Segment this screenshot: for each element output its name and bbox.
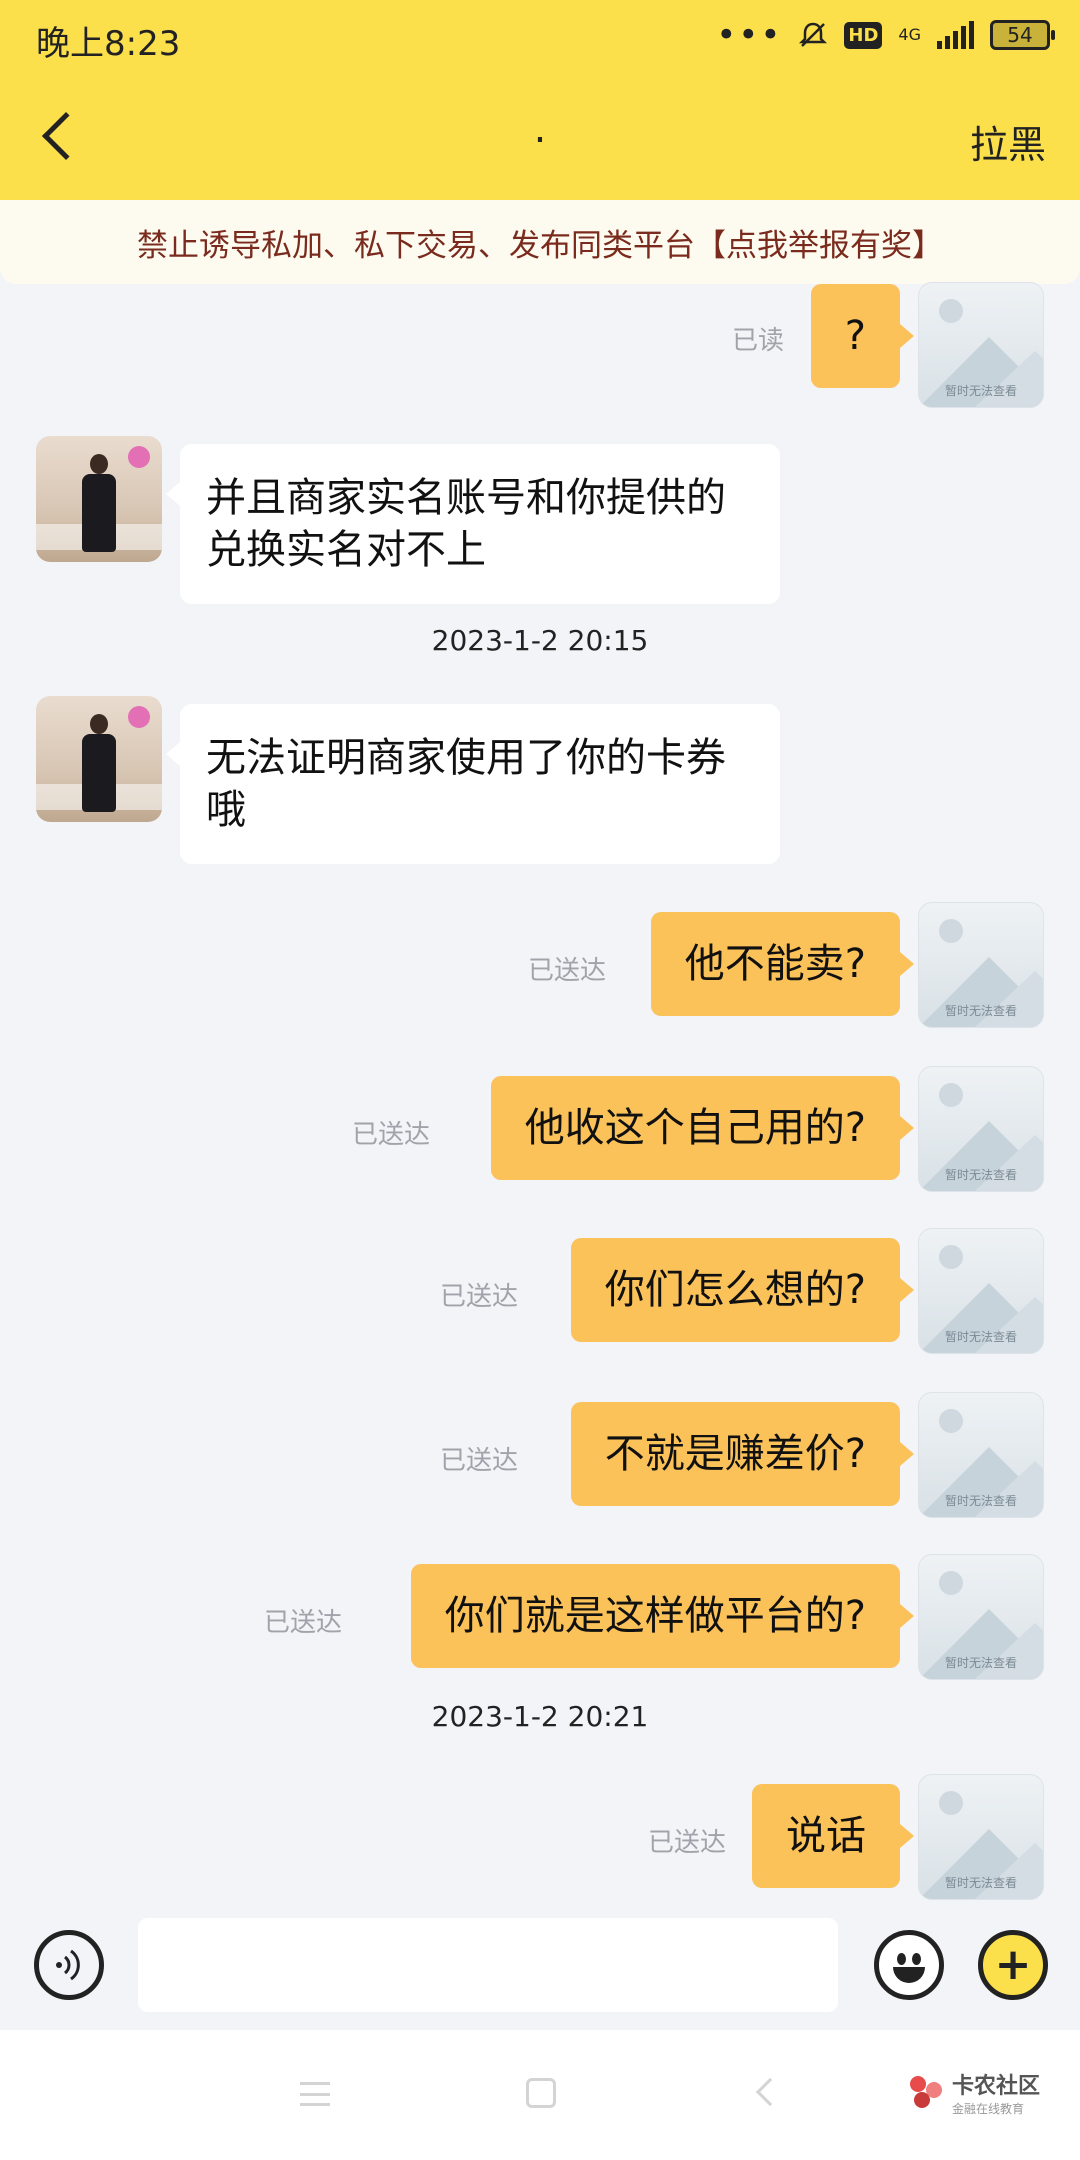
more-dots-icon: •••: [716, 15, 783, 55]
message-status: 已送达: [439, 1446, 518, 1476]
avatar-caption: 暂时无法查看: [944, 1876, 1017, 1890]
hd-badge: HD: [844, 21, 883, 49]
image-placeholder-icon: [939, 1409, 963, 1433]
image-placeholder-icon: [939, 299, 963, 323]
message-status: 已送达: [527, 956, 606, 986]
message-bubble-self[interactable]: 说话: [752, 1784, 914, 1888]
message-status: 已送达: [647, 1828, 726, 1858]
image-placeholder-icon: [939, 919, 963, 943]
status-icons: ••• HD 4G 54: [716, 15, 1055, 55]
message-bubble-self[interactable]: ?: [810, 284, 915, 388]
recent-apps-icon[interactable]: [300, 2082, 330, 2106]
message-timestamp: 2023-1-2 20:15: [431, 624, 649, 657]
network-label: 4G: [898, 25, 921, 44]
status-bar: 晚上8:23 ••• HD 4G 54: [0, 0, 1080, 76]
self-avatar[interactable]: 暂时无法查看: [918, 1554, 1044, 1680]
report-notice-banner[interactable]: 禁止诱导私加、私下交易、发布同类平台【点我举报有奖】: [0, 200, 1080, 284]
watermark-title: 卡农社区: [951, 2074, 1040, 2099]
image-placeholder-icon: [939, 1791, 963, 1815]
peer-avatar[interactable]: [36, 436, 162, 562]
status-time: 晚上8:23: [36, 24, 181, 64]
avatar-caption: 暂时无法查看: [944, 1494, 1017, 1508]
message-list[interactable]: 已读 ? 暂时无法查看 并且商家实名账号和你提供的兑换实名对不上 2023-1-…: [0, 282, 1080, 1900]
chat-title: .: [533, 106, 547, 152]
self-avatar[interactable]: 暂时无法查看: [918, 1066, 1044, 1192]
self-avatar[interactable]: 暂时无法查看: [918, 1392, 1044, 1518]
chat-header: . 拉黑: [0, 76, 1080, 200]
message-bubble-self[interactable]: 他收这个自己用的?: [490, 1076, 915, 1180]
self-avatar[interactable]: 暂时无法查看: [918, 1228, 1044, 1354]
image-placeholder-icon: [939, 1245, 963, 1269]
avatar-caption: 暂时无法查看: [944, 1168, 1017, 1182]
system-nav-bar: 卡农社区 金融在线教育: [0, 2030, 1080, 2160]
plus-icon: +: [994, 1939, 1032, 1990]
image-placeholder-icon: [939, 1571, 963, 1595]
home-icon[interactable]: [526, 2078, 556, 2108]
message-status: 已送达: [263, 1608, 342, 1638]
message-bubble-self[interactable]: 他不能卖?: [650, 912, 915, 1016]
voice-input-button[interactable]: [34, 1930, 104, 2000]
avatar-caption: 暂时无法查看: [944, 1004, 1017, 1018]
message-bubble-peer[interactable]: 并且商家实名账号和你提供的兑换实名对不上: [166, 444, 780, 604]
image-placeholder-icon: [939, 1083, 963, 1107]
message-input[interactable]: [138, 1918, 838, 2012]
watermark: 卡农社区 金融在线教育: [909, 2068, 1040, 2117]
emoji-button[interactable]: [874, 1930, 944, 2000]
message-status: 已读: [731, 326, 784, 356]
avatar-caption: 暂时无法查看: [944, 1656, 1017, 1670]
watermark-subtitle: 金融在线教育: [951, 2102, 1024, 2116]
self-avatar[interactable]: 暂时无法查看: [918, 282, 1044, 408]
watermark-logo-icon: [909, 2075, 944, 2110]
message-status: 已送达: [439, 1282, 518, 1312]
signal-icon: [937, 21, 974, 49]
message-timestamp: 2023-1-2 20:21: [431, 1700, 649, 1733]
message-bubble-self[interactable]: 你们怎么想的?: [570, 1238, 915, 1342]
message-bubble-self[interactable]: 不就是赚差价?: [570, 1402, 915, 1506]
avatar-caption: 暂时无法查看: [944, 384, 1017, 398]
mute-bell-icon: [799, 22, 828, 47]
battery-icon: 54: [990, 20, 1055, 50]
nav-back-icon[interactable]: [755, 2077, 785, 2107]
voice-icon: [56, 1949, 80, 1981]
message-input-bar: +: [0, 1900, 1080, 2030]
message-bubble-self[interactable]: 你们就是这样做平台的?: [410, 1564, 915, 1668]
self-avatar[interactable]: 暂时无法查看: [918, 1774, 1044, 1900]
self-avatar[interactable]: 暂时无法查看: [918, 902, 1044, 1028]
block-button[interactable]: 拉黑: [970, 114, 1046, 169]
avatar-caption: 暂时无法查看: [944, 1330, 1017, 1344]
battery-level: 54: [1007, 23, 1033, 47]
more-actions-button[interactable]: +: [978, 1930, 1048, 2000]
message-status: 已送达: [351, 1120, 430, 1150]
message-bubble-peer[interactable]: 无法证明商家使用了你的卡券哦: [166, 704, 780, 864]
peer-avatar[interactable]: [36, 696, 162, 822]
